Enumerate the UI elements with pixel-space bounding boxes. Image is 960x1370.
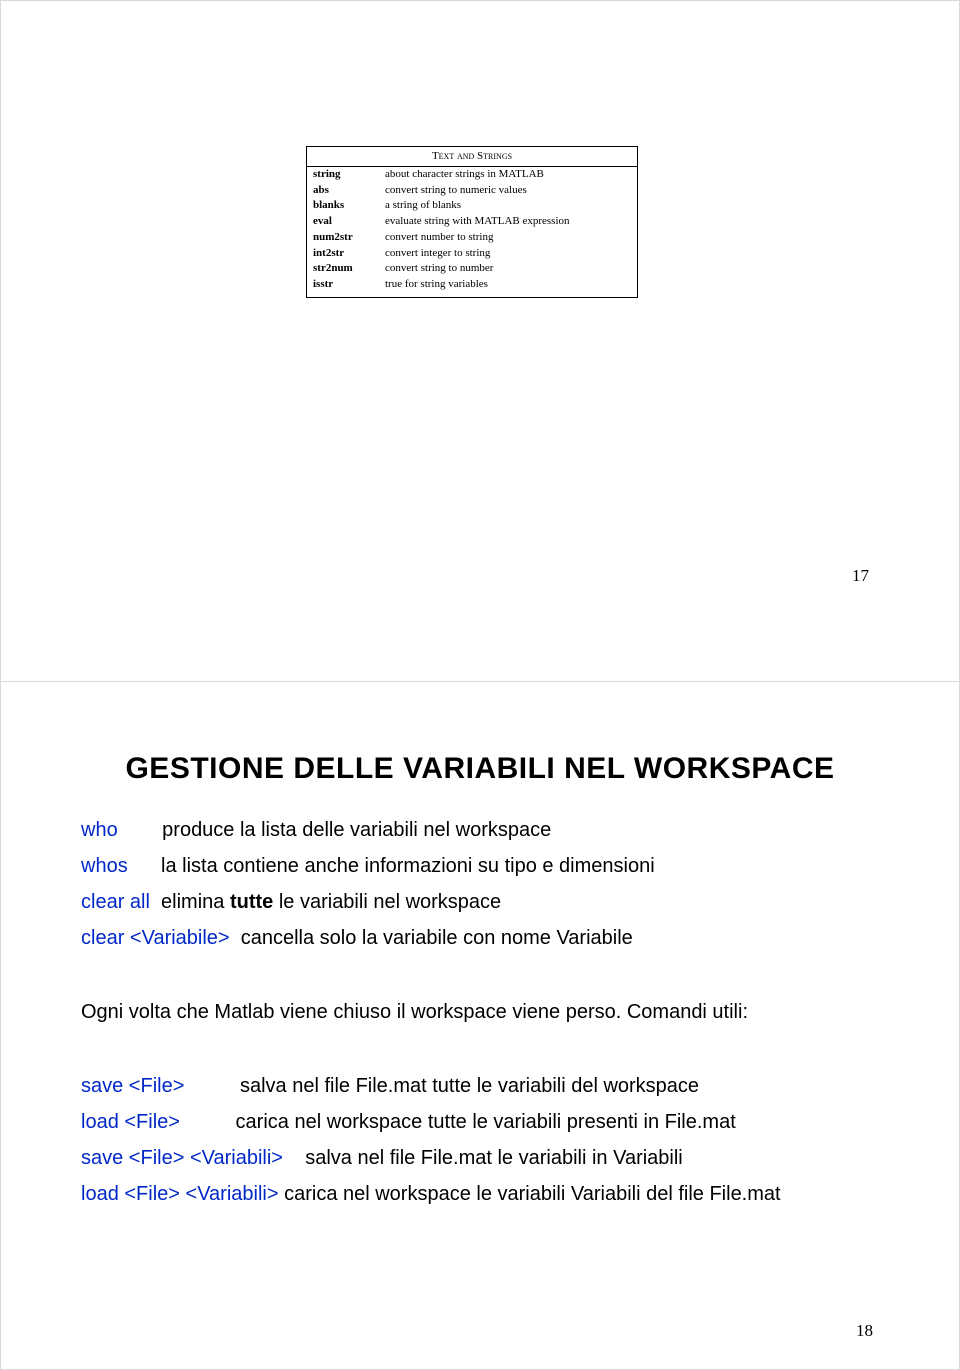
cmd-cell: isstr [313, 277, 385, 293]
desc-whos: la lista contiene anche informazioni su … [161, 855, 655, 877]
cmd-save-vars: save <File> <Variabili> [81, 1147, 283, 1169]
table-row: num2str convert number to string [307, 230, 637, 246]
desc-cell: evaluate string with MATLAB expression [385, 214, 631, 230]
table-row: blanks a string of blanks [307, 198, 637, 214]
slide-18: GESTIONE DELLE VARIABILI NEL WORKSPACE w… [1, 682, 959, 1369]
cmd-cell: string [313, 167, 385, 183]
cmd-save: save <File> [81, 1075, 184, 1097]
table-row: eval evaluate string with MATLAB express… [307, 214, 637, 230]
desc-clearall-pre: elimina [150, 891, 230, 913]
desc-cell: convert string to numeric values [385, 183, 631, 199]
desc-load-vars: carica nel workspace le variabili Variab… [279, 1183, 781, 1205]
cmd-cell: blanks [313, 198, 385, 214]
cmd-clear-all: clear all [81, 891, 150, 913]
desc-cell: about character strings in MATLAB [385, 167, 631, 183]
cmd-line-load: load <File> carica nel workspace tutte l… [81, 1104, 899, 1140]
cmd-who: who [81, 819, 118, 841]
desc-who: produce la lista delle variabili nel wor… [162, 819, 551, 841]
cmd-line-who: who produce la lista delle variabili nel… [81, 812, 899, 848]
desc-load: carica nel workspace tutte le variabili … [180, 1111, 736, 1133]
cmd-cell: eval [313, 214, 385, 230]
paragraph: Ogni volta che Matlab viene chiuso il wo… [81, 994, 899, 1030]
cmd-line-save: save <File> salva nel file File.mat tutt… [81, 1068, 899, 1104]
desc-save: salva nel file File.mat tutte le variabi… [184, 1075, 699, 1097]
table-title: Text and Strings [307, 147, 637, 167]
cmd-line-load-vars: load <File> <Variabili> carica nel works… [81, 1176, 899, 1212]
cmd-cell: str2num [313, 261, 385, 277]
page-number: 18 [856, 1321, 873, 1341]
page-number: 17 [852, 566, 869, 586]
cmd-load: load <File> [81, 1111, 180, 1133]
slide-title: GESTIONE DELLE VARIABILI NEL WORKSPACE [1, 752, 959, 786]
cmd-cell: num2str [313, 230, 385, 246]
table-row: str2num convert string to number [307, 261, 637, 277]
table-row: int2str convert integer to string [307, 246, 637, 262]
cmd-line-whos: whos la lista contiene anche informazion… [81, 848, 899, 884]
table-row: abs convert string to numeric values [307, 183, 637, 199]
slide-body: who produce la lista delle variabili nel… [81, 812, 899, 1212]
cmd-line-clear-all: clear all elimina tutte le variabili nel… [81, 884, 899, 920]
table-row: string about character strings in MATLAB [307, 167, 637, 183]
cmd-whos: whos [81, 855, 128, 877]
cmd-line-save-vars: save <File> <Variabili> salva nel file F… [81, 1140, 899, 1176]
table-row: isstr true for string variables [307, 277, 637, 297]
desc-clearall-post: le variabili nel workspace [273, 891, 501, 913]
text-strings-table: Text and Strings string about character … [306, 146, 638, 298]
cmd-cell: int2str [313, 246, 385, 262]
desc-cell: true for string variables [385, 277, 631, 293]
desc-cell: convert string to number [385, 261, 631, 277]
document-page: Text and Strings string about character … [0, 0, 960, 1370]
desc-cell: a string of blanks [385, 198, 631, 214]
cmd-line-clear-var: clear <Variabile> cancella solo la varia… [81, 920, 899, 956]
desc-cell: convert integer to string [385, 246, 631, 262]
cmd-clear-var: clear <Variabile> [81, 927, 230, 949]
desc-cell: convert number to string [385, 230, 631, 246]
desc-save-vars: salva nel file File.mat le variabili in … [283, 1147, 683, 1169]
desc-clearvar: cancella solo la variabile con nome Vari… [230, 927, 633, 949]
desc-clearall-bold: tutte [230, 891, 273, 913]
slide-17: Text and Strings string about character … [1, 1, 959, 682]
cmd-load-vars: load <File> <Variabili> [81, 1183, 279, 1205]
cmd-cell: abs [313, 183, 385, 199]
